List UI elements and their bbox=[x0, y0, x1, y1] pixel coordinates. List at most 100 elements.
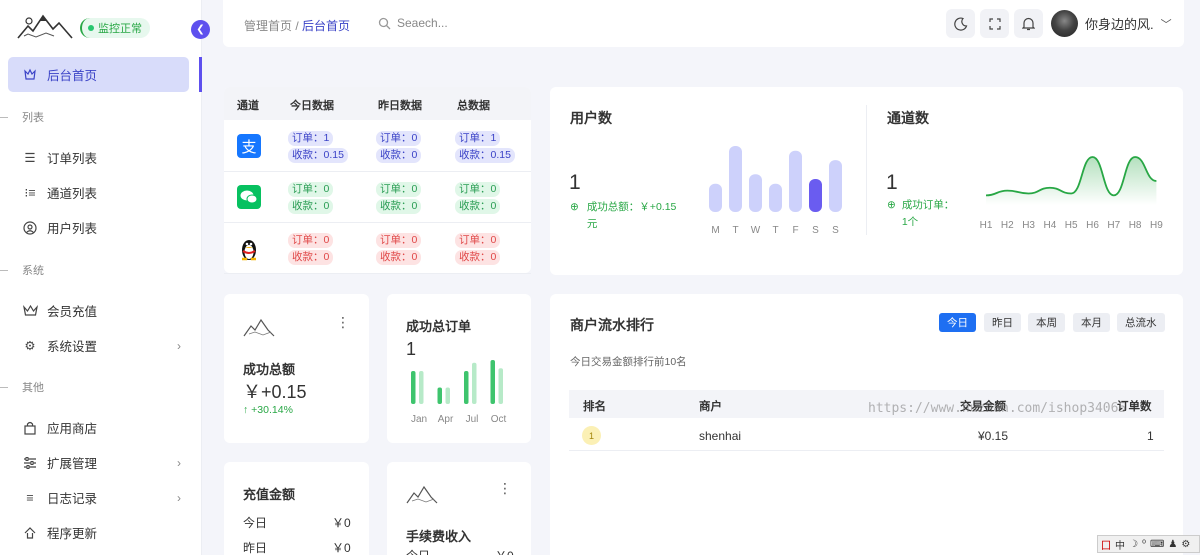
tick-label: H5 bbox=[1065, 220, 1078, 231]
fullscreen-button[interactable] bbox=[980, 9, 1009, 38]
tick-label: H3 bbox=[1022, 220, 1035, 231]
filter-month-button[interactable]: 本月 bbox=[1073, 313, 1110, 332]
filter-today-button[interactable]: 今日 bbox=[939, 313, 976, 332]
chart-bar bbox=[769, 183, 782, 212]
chart-bar bbox=[749, 174, 762, 212]
channel-count-value: 1 bbox=[886, 171, 898, 194]
tick-label: S bbox=[812, 225, 819, 236]
sidebar-item-label: 后台首页 bbox=[47, 69, 98, 83]
sidebar-item-recharge[interactable]: 会员充值 bbox=[8, 293, 189, 328]
arrow-up-icon: ↑ bbox=[243, 404, 249, 416]
data-cell: 订单：1 收款：0.15 bbox=[455, 130, 515, 164]
sidebar-item-home[interactable]: 后台首页 bbox=[8, 57, 189, 92]
watermark: https://www.huzhan.com/ishop34065 bbox=[868, 401, 1127, 416]
sidebar: 监控正常 后台首页 列表 ☰ 订单列表 ⁝≡ 通道列表 用户列表 系统 会员充值 ⚙… bbox=[0, 0, 202, 555]
sidebar-item-users[interactable]: 用户列表 bbox=[8, 210, 189, 245]
qq-icon bbox=[237, 236, 261, 265]
chevron-down-icon: ﹀ bbox=[1160, 18, 1172, 31]
wechat-icon bbox=[237, 185, 261, 212]
ime-toolbar[interactable]: 囗中 ☽ ⁰ ⌨ ♟ ⚙ bbox=[1097, 535, 1200, 553]
table-row[interactable]: 订单：0 收款：0 订单：0 收款：0 订单：0 收款：0 bbox=[224, 223, 531, 274]
tick-label: Jan bbox=[411, 414, 427, 425]
ranking-card: 商户流水排行 今日交易金额排行前10名 排名 商户 交易金额 订单数 1 she… bbox=[550, 294, 1183, 555]
column-header: 商户 bbox=[699, 401, 722, 413]
sidebar-item-app-store[interactable]: 应用商店 bbox=[8, 410, 189, 445]
avatar bbox=[1051, 10, 1078, 37]
sidebar-item-logs[interactable]: ≡ 日志记录 › bbox=[8, 480, 189, 515]
filter-yesterday-button[interactable]: 昨日 bbox=[984, 313, 1021, 332]
sidebar-item-channels[interactable]: ⁝≡ 通道列表 bbox=[8, 175, 189, 210]
weekly-bar-chart: MTWTFSS bbox=[709, 146, 842, 236]
chart-bar bbox=[809, 179, 822, 212]
stat-tag: 订单：1 bbox=[288, 131, 334, 146]
chart-bar bbox=[498, 368, 503, 404]
notifications-button[interactable] bbox=[1014, 9, 1043, 38]
status-dot-icon bbox=[88, 25, 94, 31]
table-row[interactable]: 订单：0 收款：0 订单：0 收款：0 订单：0 收款：0 bbox=[224, 172, 531, 223]
stat-tag: 订单：1 bbox=[455, 131, 501, 146]
tick-label: H4 bbox=[1044, 220, 1057, 231]
mountain-icon bbox=[406, 485, 438, 504]
success-amount-title: 成功总额 bbox=[243, 362, 296, 377]
more-menu-icon[interactable]: ⋮ bbox=[498, 480, 512, 497]
crown-icon bbox=[22, 303, 38, 319]
group-label-system: 系统 bbox=[0, 262, 44, 278]
table-row[interactable]: 支 订单：1 收款：0.15 订单：0 收款：0 订单：1 收款：0.15 bbox=[224, 121, 531, 172]
tick-label: H1 bbox=[980, 220, 993, 231]
svg-text:支: 支 bbox=[241, 138, 256, 156]
filter-week-button[interactable]: 本周 bbox=[1028, 313, 1065, 332]
sidebar-item-orders[interactable]: ☰ 订单列表 bbox=[8, 140, 189, 175]
sliders-icon bbox=[22, 455, 38, 471]
collapse-sidebar-button[interactable]: ❮ bbox=[191, 20, 210, 39]
sidebar-item-update[interactable]: 程序更新 bbox=[8, 515, 189, 550]
amount-value: ¥0.15 bbox=[978, 429, 1009, 443]
tick-label: M bbox=[711, 225, 719, 236]
tick-label: W bbox=[751, 225, 761, 236]
data-cell: 订单：0 收款：0 bbox=[288, 232, 334, 266]
shopping-bag-icon bbox=[22, 420, 38, 436]
arrow-up-circle-icon: ⊕ bbox=[887, 199, 896, 211]
chart-bar bbox=[490, 360, 495, 404]
data-cell: 订单：0 收款：0 bbox=[376, 181, 422, 215]
merchant-name: shenhai bbox=[699, 429, 742, 443]
tick-label: H7 bbox=[1107, 220, 1120, 231]
table-row[interactable]: 1 shenhai ¥0.15 1 bbox=[569, 419, 1164, 451]
tick-label: Oct bbox=[491, 414, 507, 425]
sidebar-item-label: 用户列表 bbox=[47, 222, 98, 236]
status-text: 监控正常 bbox=[98, 23, 142, 35]
stat-tag: 订单：0 bbox=[455, 233, 501, 248]
dark-mode-button[interactable] bbox=[946, 9, 975, 38]
user-menu[interactable]: 你身边的风. ﹀ bbox=[1051, 10, 1172, 37]
group-label-other: 其他 bbox=[0, 379, 44, 395]
filter-total-button[interactable]: 总流水 bbox=[1117, 313, 1165, 332]
sidebar-item-settings[interactable]: ⚙ 系统设置 › bbox=[8, 328, 189, 363]
column-header: 排名 bbox=[583, 401, 606, 413]
stat-tag: 收款：0 bbox=[376, 199, 422, 214]
order-count: 1 bbox=[1147, 429, 1154, 443]
fullscreen-icon bbox=[988, 17, 1001, 30]
sidebar-item-extensions[interactable]: 扩展管理 › bbox=[8, 445, 189, 480]
recharge-row-label: 昨日 bbox=[243, 541, 268, 555]
channel-table-card: 通道 今日数据 昨日数据 总数据 支订单：1 收款：0.15 订单：0 收款：0 订单：… bbox=[224, 87, 531, 274]
status-badge: 监控正常 bbox=[80, 18, 150, 38]
column-header: 今日数据 bbox=[290, 100, 334, 112]
chevron-left-icon: ❮ bbox=[196, 24, 205, 35]
tick-label: H2 bbox=[1001, 220, 1014, 231]
search-box[interactable]: Seaech... bbox=[378, 16, 448, 30]
data-cell: 订单：0 收款：0 bbox=[455, 232, 501, 266]
stat-tag: 收款：0 bbox=[455, 250, 501, 265]
stats-card: 用户数 1 ⊕ 成功总额：￥+0.15 元 MTWTFSS 通道数 1 ⊕ 成功订单：… bbox=[550, 87, 1183, 275]
chart-bar bbox=[464, 371, 469, 404]
breadcrumb-root[interactable]: 管理首页 bbox=[244, 19, 292, 33]
active-indicator bbox=[199, 57, 202, 92]
channel-count-title: 通道数 bbox=[887, 110, 929, 126]
gear-icon: ⚙ bbox=[24, 339, 36, 353]
stat-tag: 收款：0 bbox=[376, 250, 422, 265]
sidebar-item-label: 会员充值 bbox=[47, 305, 98, 319]
users-title: 用户数 bbox=[570, 110, 612, 126]
stat-tag: 订单：0 bbox=[288, 233, 334, 248]
more-menu-icon[interactable]: ⋮ bbox=[336, 314, 350, 331]
search-input[interactable]: Seaech... bbox=[397, 16, 448, 30]
stat-tag: 订单：0 bbox=[288, 182, 334, 197]
chart-bar bbox=[829, 160, 842, 212]
